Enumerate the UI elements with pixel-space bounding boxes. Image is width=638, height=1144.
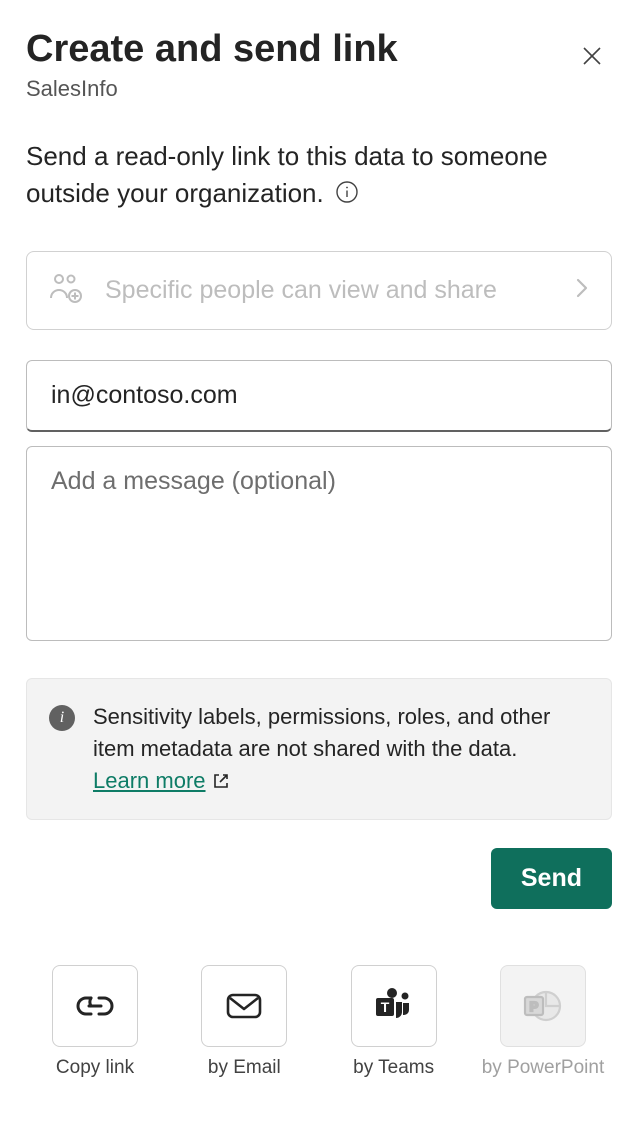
recipient-email-input[interactable] [26,360,612,432]
teams-icon: T [370,984,418,1028]
email-icon [222,984,266,1028]
copy-link-option[interactable]: Copy link [30,965,160,1079]
message-textarea[interactable] [26,446,612,641]
close-button[interactable] [572,36,612,76]
info-banner-text: Sensitivity labels, permissions, roles, … [93,704,550,761]
link-settings-button[interactable]: Specific people can view and share [26,251,612,330]
info-icon[interactable] [335,180,359,204]
sensitivity-info-banner: i Sensitivity labels, permissions, roles… [26,678,612,820]
dialog-subtitle: SalesInfo [26,76,398,102]
link-icon [73,984,117,1028]
close-icon [580,44,604,68]
by-teams-label: by Teams [353,1057,434,1079]
learn-more-link[interactable]: Learn more [93,765,230,797]
share-by-teams-option[interactable]: T by Teams [329,965,459,1079]
dialog-title: Create and send link [26,28,398,72]
dialog-description: Send a read-only link to this data to so… [26,138,612,213]
by-powerpoint-label: by PowerPoint [482,1057,605,1079]
share-by-powerpoint-option: P by PowerPoint [478,965,608,1079]
svg-text:P: P [530,999,539,1014]
send-button[interactable]: Send [491,848,612,909]
share-by-email-option[interactable]: by Email [179,965,309,1079]
link-settings-label: Specific people can view and share [105,274,555,307]
external-link-icon [212,772,230,790]
by-email-label: by Email [208,1057,281,1079]
chevron-right-icon [573,274,591,307]
copy-link-label: Copy link [56,1057,134,1079]
powerpoint-icon: P [520,984,566,1028]
info-badge-icon: i [49,705,75,731]
svg-text:T: T [380,999,389,1015]
people-share-icon [47,270,87,311]
